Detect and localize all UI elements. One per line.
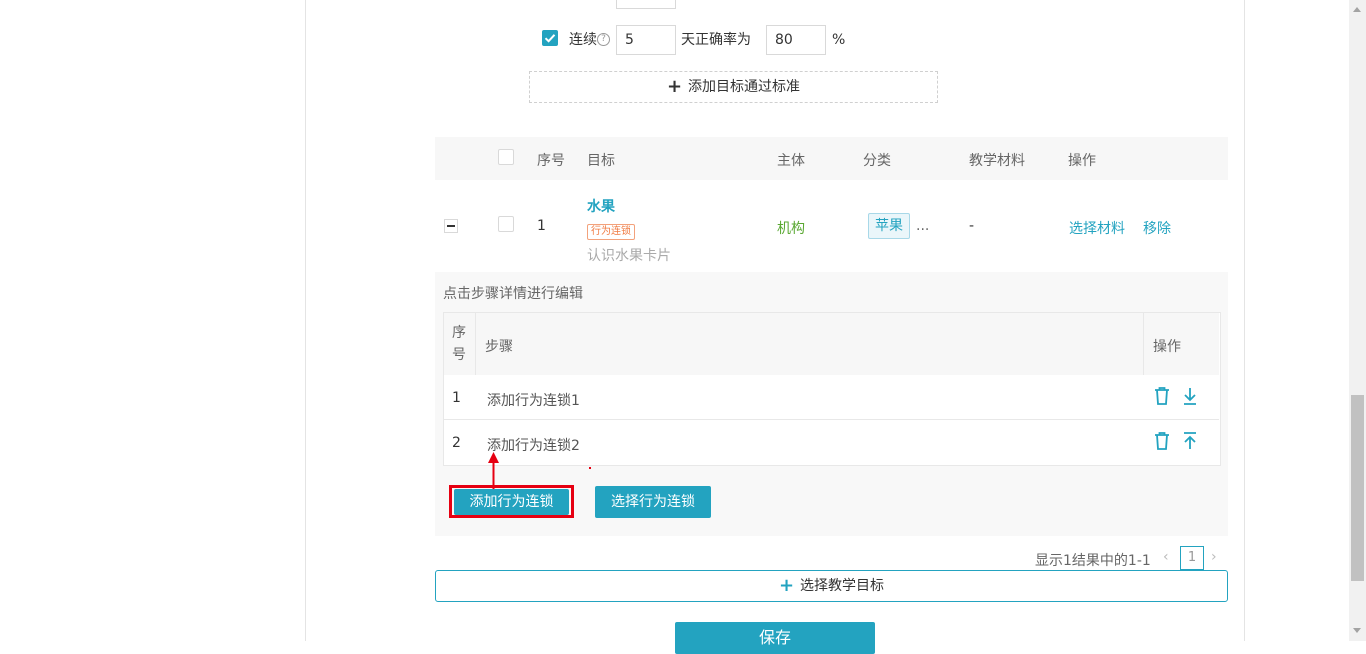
- consecutive-checkbox[interactable]: [542, 30, 558, 46]
- save-button[interactable]: 保存: [675, 622, 875, 654]
- trash-icon[interactable]: [1153, 431, 1171, 451]
- header-category: 分类: [863, 153, 891, 169]
- plus-icon: +: [778, 575, 795, 596]
- goal-name-link[interactable]: 水果: [587, 196, 615, 216]
- add-standard-button[interactable]: + 添加目标通过标准: [529, 71, 938, 103]
- header-goal: 目标: [587, 153, 615, 169]
- pagination-summary: 显示1结果中的1-1: [1035, 553, 1151, 569]
- collapse-toggle[interactable]: [444, 219, 458, 233]
- goal-type-tag: 行为连锁: [587, 224, 635, 240]
- select-goal-button[interactable]: + 选择教学目标: [435, 570, 1228, 602]
- consecutive-label: 连续: [569, 32, 597, 48]
- select-all-checkbox[interactable]: [498, 149, 514, 165]
- header-subject: 主体: [777, 153, 805, 169]
- category-tag: 苹果: [868, 213, 910, 239]
- plus-icon: +: [666, 76, 683, 97]
- steps-header-step: 步骤: [485, 339, 513, 355]
- move-up-icon[interactable]: [1181, 431, 1199, 451]
- add-chain-button[interactable]: 添加行为连锁: [454, 489, 569, 515]
- help-icon[interactable]: ?: [597, 33, 610, 46]
- materials-value: -: [969, 218, 975, 234]
- scroll-down-icon[interactable]: [1353, 628, 1361, 633]
- header-index: 序号: [537, 153, 565, 169]
- steps-col-divider-1: [475, 313, 476, 375]
- accuracy-label: 天正确率为: [681, 32, 751, 48]
- remove-link[interactable]: 移除: [1143, 218, 1171, 238]
- goal-description: 认识水果卡片: [587, 248, 671, 264]
- select-material-link[interactable]: 选择材料: [1069, 218, 1125, 238]
- clipped-input[interactable]: [616, 0, 676, 9]
- percent-label: %: [832, 32, 846, 48]
- accuracy-input[interactable]: 80: [766, 25, 826, 55]
- move-down-icon[interactable]: [1181, 386, 1199, 406]
- steps-col-divider-2: [1143, 313, 1144, 375]
- steps-header-index: 序号: [452, 325, 466, 363]
- prev-page-icon[interactable]: ‹: [1163, 549, 1169, 565]
- header-materials: 教学材料: [969, 153, 1025, 169]
- select-goal-label: 选择教学目标: [800, 578, 885, 594]
- next-page-icon[interactable]: ›: [1211, 549, 1217, 565]
- row-index: 1: [537, 218, 546, 234]
- scroll-up-icon[interactable]: [1353, 7, 1361, 12]
- steps-hint: 点击步骤详情进行编辑: [443, 286, 583, 302]
- add-standard-label: 添加目标通过标准: [688, 79, 801, 95]
- step-index: 2: [452, 435, 461, 451]
- header-action: 操作: [1068, 153, 1096, 169]
- content-left-border: [305, 0, 306, 641]
- content-right-border: [1244, 0, 1245, 641]
- page-number[interactable]: 1: [1180, 546, 1204, 570]
- category-more: ...: [916, 218, 930, 234]
- row-checkbox[interactable]: [498, 216, 514, 232]
- steps-table-header: [444, 313, 1219, 375]
- days-input[interactable]: 5: [616, 25, 676, 55]
- scrollbar-thumb[interactable]: [1351, 395, 1364, 581]
- check-icon: [544, 34, 556, 43]
- step-index: 1: [452, 390, 461, 406]
- select-chain-button[interactable]: 选择行为连锁: [595, 486, 711, 518]
- annotation-dot: [589, 467, 591, 469]
- trash-icon[interactable]: [1153, 386, 1171, 406]
- minus-icon: [447, 225, 455, 227]
- steps-header-action: 操作: [1153, 339, 1181, 355]
- subject-value: 机构: [777, 221, 805, 237]
- step-name[interactable]: 添加行为连锁1: [487, 390, 580, 410]
